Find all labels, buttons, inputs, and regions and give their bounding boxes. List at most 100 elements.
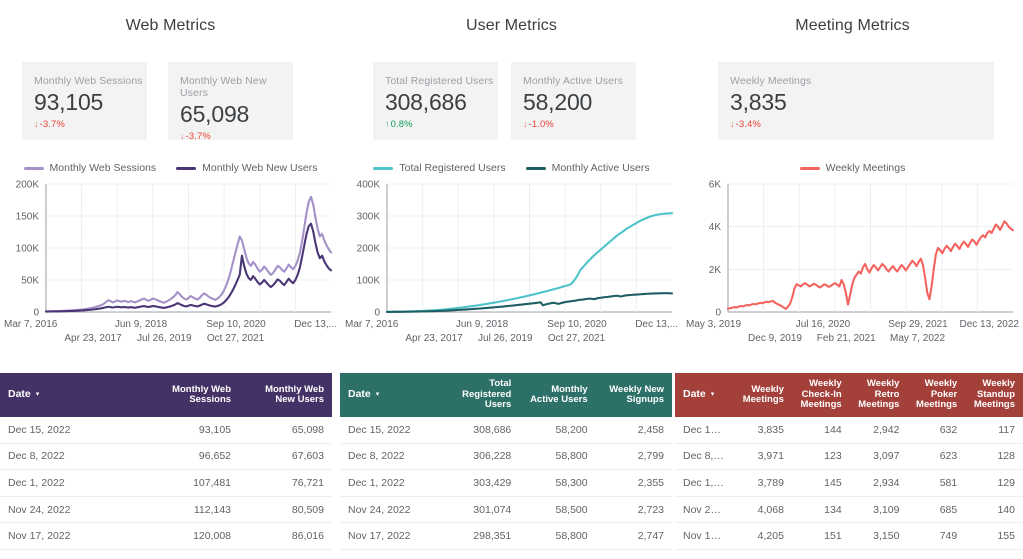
column-header-weekly-meetings[interactable]: Weekly Meetings (734, 373, 792, 417)
cell-value: 2,723 (595, 496, 672, 524)
svg-text:Dec 9, 2019: Dec 9, 2019 (748, 333, 802, 344)
scorecard-delta-value: -1.0% (528, 119, 554, 130)
cell-date: Dec 8, 2022 (0, 443, 147, 471)
scorecard-delta-value: 0.8% (390, 119, 413, 130)
svg-text:100K: 100K (16, 244, 40, 255)
legend-item-weekly-meetings[interactable]: Weekly Meetings (799, 162, 905, 174)
column-header-weekly-poker-meetings[interactable]: Weekly Poker Meetings (907, 373, 966, 417)
page-title-meeting: Meeting Metrics (795, 17, 910, 34)
column-header-monthly-web-sessions[interactable]: Monthly Web Sessions (146, 373, 240, 417)
scorecard-monthly-web-sessions[interactable]: Monthly Web Sessions 93,105 ↓ -3.7% (22, 62, 147, 140)
data-table: Date ▾ Monthly Web Sessions Monthly Web New… (0, 373, 332, 550)
column-header-date[interactable]: Date ▾ (340, 373, 440, 417)
panel-user-metrics: User Metrics Total Registered Users 308,… (341, 0, 682, 360)
column-header-monthly-web-new-users[interactable]: Monthly Web New Users (239, 373, 332, 417)
scorecard-monthly-active-users[interactable]: Monthly Active Users 58,200 ↓ -1.0% (511, 62, 636, 140)
table-row[interactable]: Nov 17,... 4,205 151 3,150 749 155 (675, 522, 1023, 550)
column-header-label: Weekly Meetings (742, 383, 784, 405)
scorecard-weekly-meetings[interactable]: Weekly Meetings 3,835 ↓ -3.4% (718, 62, 994, 140)
cell-value: 632 (907, 417, 966, 444)
cell-date: Dec 1, 2022 (0, 469, 147, 497)
chart-user-svg: 0 100K 200K 300K 400K Mar 7, 2016 Jun 9, 2018 S… (345, 180, 678, 345)
svg-text:0: 0 (374, 308, 380, 319)
column-header-label: Weekly Retro Meetings (858, 378, 900, 411)
page-title-user: User Metrics (466, 17, 557, 34)
cell-value: 581 (907, 469, 966, 497)
cell-value: 623 (907, 443, 966, 471)
table-header-row: Date ▾ Monthly Web Sessions Monthly Web New… (0, 373, 332, 417)
legend-item-total-registered-users[interactable]: Total Registered Users (373, 162, 506, 174)
table-row[interactable]: Dec 15, 2022 308,686 58,200 2,458 (340, 417, 672, 444)
cell-value: 308,686 (439, 417, 520, 444)
svg-text:Mar 7, 2016: Mar 7, 2016 (4, 319, 58, 330)
svg-text:Feb 21, 2021: Feb 21, 2021 (817, 333, 876, 344)
table-row[interactable]: Nov 17, 2022 298,351 58,800 2,747 (340, 522, 672, 550)
scorecard-delta-value: -3.7% (185, 131, 211, 142)
table-row[interactable]: Nov 24, 2022 301,074 58,500 2,723 (340, 496, 672, 524)
scorecard-monthly-web-new-users[interactable]: Monthly Web New Users 65,098 ↓ -3.7% (168, 62, 293, 143)
svg-text:6K: 6K (709, 180, 722, 191)
table-row[interactable]: Nov 24, 2022 112,143 80,509 (0, 496, 332, 524)
column-header-weekly-standup-meetings[interactable]: Weekly Standup Meetings (965, 373, 1023, 417)
svg-text:May 7, 2022: May 7, 2022 (890, 333, 945, 344)
cell-value: 3,097 (849, 443, 908, 471)
table-row[interactable]: Nov 17, 2022 120,008 86,016 (0, 522, 332, 550)
table-row[interactable]: Dec 8, 2... 3,971 123 3,097 623 128 (675, 443, 1023, 471)
table-row[interactable]: Dec 1, 2022 303,429 58,300 2,355 (340, 469, 672, 497)
column-header-weekly-new-signups[interactable]: Weekly New Signups (595, 373, 672, 417)
column-header-monthly-active-users[interactable]: Monthly Active Users (519, 373, 596, 417)
cell-value: 749 (907, 522, 966, 550)
cell-value: 685 (907, 496, 966, 524)
sort-caret-icon[interactable]: ▾ (711, 390, 715, 401)
table-row[interactable]: Dec 1, 2... 3,789 145 2,934 581 129 (675, 469, 1023, 497)
table-row[interactable]: Dec 1, 2022 107,481 76,721 (0, 469, 332, 497)
column-header-weekly-retro-meetings[interactable]: Weekly Retro Meetings (849, 373, 908, 417)
legend-item-monthly-active-users[interactable]: Monthly Active Users (525, 162, 650, 174)
table-row[interactable]: Dec 15, 2022 93,105 65,098 (0, 417, 332, 444)
svg-text:Apr 23, 2017: Apr 23, 2017 (64, 333, 122, 344)
column-header-label: Weekly Standup Meetings (973, 378, 1015, 411)
table-user-metrics[interactable]: Date ▾ Total Registered Users Monthly Activ… (340, 373, 672, 550)
cell-date: Dec 1, 2... (675, 469, 735, 497)
scorecard-total-registered-users[interactable]: Total Registered Users 308,686 ↑ 0.8% (373, 62, 498, 140)
scorecard-delta-value: -3.7% (39, 119, 65, 130)
scorecard-delta: ↓ -3.7% (180, 130, 293, 143)
chart-user-metrics[interactable]: 0 100K 200K 300K 400K Mar 7, 2016 Jun 9, 2018 S… (341, 178, 682, 353)
table-body: Dec 15, ... 3,835 144 2,942 632 117 Dec 8, 2..… (675, 417, 1023, 550)
svg-text:Apr 23, 2017: Apr 23, 2017 (405, 333, 463, 344)
svg-text:300K: 300K (357, 212, 381, 223)
legend-label: Monthly Web Sessions (49, 162, 157, 174)
table-row[interactable]: Nov 24,... 4,068 134 3,109 685 140 (675, 496, 1023, 524)
column-header-total-registered-users[interactable]: Total Registered Users (439, 373, 520, 417)
cell-value: 58,300 (519, 469, 596, 497)
scorecard-delta-value: -3.4% (735, 119, 761, 130)
cell-value: 65,098 (239, 417, 332, 444)
chart-web-metrics[interactable]: 0 50K 100K 150K 200K Mar 7, 2016 Jun 9, 2018 Se… (0, 178, 341, 353)
sort-caret-icon[interactable]: ▾ (376, 390, 380, 401)
scorecard-value: 58,200 (523, 89, 593, 115)
legend-item-monthly-web-new-users[interactable]: Monthly Web New Users (176, 162, 317, 174)
legend-swatch-icon (799, 166, 820, 170)
table-meeting-metrics[interactable]: Date ▾ Weekly Meetings Weekly Check-In Meet… (675, 373, 1023, 550)
svg-text:May 3, 2019: May 3, 2019 (686, 319, 741, 330)
svg-text:Jul 26, 2019: Jul 26, 2019 (478, 333, 533, 344)
column-header-weekly-check-in-meetings[interactable]: Weekly Check-In Meetings (791, 373, 850, 417)
chart-meeting-metrics[interactable]: 0 2K 4K 6K May 3, 2019 Jul 16, 2020 Sep 29, 20… (682, 178, 1023, 353)
legend-label: Monthly Active Users (551, 162, 650, 174)
legend-item-monthly-web-sessions[interactable]: Monthly Web Sessions (23, 162, 157, 174)
svg-text:Jul 16, 2020: Jul 16, 2020 (796, 319, 851, 330)
dashboard: Web Metrics Monthly Web Sessions 93,105 … (0, 0, 1023, 559)
column-header-date[interactable]: Date ▾ (675, 373, 735, 417)
svg-text:50K: 50K (21, 276, 39, 287)
table-web-metrics[interactable]: Date ▾ Monthly Web Sessions Monthly Web New… (0, 373, 332, 550)
sort-caret-icon[interactable]: ▾ (36, 390, 40, 401)
cell-value: 67,603 (239, 443, 332, 471)
legend-swatch-icon (525, 166, 546, 170)
table-row[interactable]: Dec 15, ... 3,835 144 2,942 632 117 (675, 417, 1023, 444)
legend-label: Total Registered Users (399, 162, 506, 174)
table-row[interactable]: Dec 8, 2022 96,652 67,603 (0, 443, 332, 471)
panel-meeting-metrics: Meeting Metrics Weekly Meetings 3,835 ↓ -… (682, 0, 1023, 360)
table-row[interactable]: Dec 8, 2022 306,228 58,800 2,799 (340, 443, 672, 471)
column-header-date[interactable]: Date ▾ (0, 373, 147, 417)
cell-date: Dec 8, 2022 (340, 443, 440, 471)
